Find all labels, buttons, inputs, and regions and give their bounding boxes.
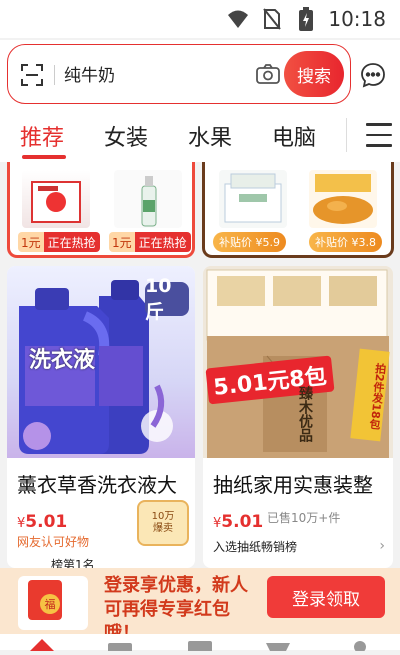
- search-row: 纯牛奶 搜索: [0, 40, 400, 108]
- product-thumb-tissue-pack: [219, 170, 287, 228]
- red-envelope-icon: 福: [18, 576, 88, 630]
- product-card-tissue[interactable]: 5.01元8包 拍2件发18包 臻木优品 抽纸家用实惠装整 ¥5.01 已售10…: [203, 266, 393, 568]
- flash-sale-card[interactable]: 1元 正在热抢 1元 正在热抢: [7, 162, 195, 258]
- ranking-link[interactable]: 入选抽纸畅销榜: [213, 538, 297, 555]
- product-card-laundry[interactable]: 洗衣液 10斤 薰衣草香洗衣液大 ¥5.01 网友认可好物 10万 爆卖 榜第1…: [7, 266, 195, 568]
- brand-text: 臻木优品: [297, 386, 313, 442]
- login-claim-button[interactable]: 登录领取: [267, 576, 385, 618]
- scan-icon[interactable]: [20, 63, 44, 87]
- tab-recommend[interactable]: 推荐: [20, 120, 64, 152]
- home-icon[interactable]: [28, 636, 56, 651]
- chevron-right-icon[interactable]: ›: [379, 538, 385, 554]
- weight-badge: 10斤: [145, 275, 189, 323]
- subsidy-tag-2: 补贴价 ¥3.8: [309, 232, 382, 252]
- product-price: ¥5.01: [17, 512, 68, 532]
- tab-computer[interactable]: 电脑: [272, 120, 316, 152]
- product-thumb-detergent-box: [22, 170, 90, 228]
- hot-sale-badge: 10万 爆卖: [137, 500, 189, 546]
- bottom-nav: [0, 634, 400, 653]
- profile-icon[interactable]: [346, 636, 374, 653]
- sold-count: 已售10万+件: [267, 511, 341, 525]
- product-thumb-snack: [309, 170, 377, 228]
- promo-text: 登录享优惠，新人可再得专享红包哦！: [104, 575, 248, 634]
- search-divider: [54, 65, 55, 85]
- wifi-icon: [226, 7, 250, 31]
- camera-icon[interactable]: [256, 63, 280, 87]
- product-title: 薰衣草香洗衣液大: [17, 473, 177, 497]
- clock: 10:18: [328, 7, 386, 31]
- product-image-laundry: 洗衣液 10斤: [7, 266, 195, 458]
- video-icon[interactable]: [106, 636, 134, 653]
- product-title: 抽纸家用实惠装整: [213, 473, 373, 497]
- message-icon[interactable]: [360, 62, 386, 88]
- no-sim-icon: [260, 7, 284, 31]
- tab-womens-clothing[interactable]: 女装: [104, 120, 148, 152]
- subsidy-card[interactable]: 补贴价 ¥5.9 补贴价 ¥3.8: [202, 162, 394, 258]
- tab-divider: [346, 118, 347, 152]
- product-price: ¥5.01: [213, 512, 264, 532]
- ranking-text-partial: 榜第1名: [51, 558, 95, 568]
- active-tab-indicator: [22, 155, 66, 159]
- product-tagline: 网友认可好物: [17, 535, 90, 549]
- product-image-tissue: 5.01元8包 拍2件发18包 臻木优品: [203, 266, 393, 458]
- image-label-laundry: 洗衣液: [29, 348, 96, 373]
- category-tabs: 推荐 女装 水果 电脑: [0, 108, 400, 162]
- search-button[interactable]: 搜索: [284, 51, 344, 97]
- login-promo-banner: 福 登录享优惠，新人可再得专享红包哦！ 登录领取: [0, 568, 400, 634]
- flash-tag-2: 1元 正在热抢: [109, 232, 191, 252]
- cart-icon[interactable]: [264, 636, 292, 651]
- battery-charging-icon: [294, 7, 318, 31]
- flash-tag-1: 1元 正在热抢: [18, 232, 100, 252]
- subsidy-tag-1: 补贴价 ¥5.9: [213, 232, 286, 252]
- tab-fruit[interactable]: 水果: [188, 120, 232, 152]
- menu-icon[interactable]: [366, 123, 392, 147]
- product-thumb-spray-bottle: [114, 170, 182, 228]
- message-tab-icon[interactable]: [186, 636, 214, 653]
- search-box[interactable]: 纯牛奶 搜索: [7, 44, 351, 104]
- status-bar: 10:18: [0, 0, 400, 38]
- search-input[interactable]: 纯牛奶: [64, 61, 115, 86]
